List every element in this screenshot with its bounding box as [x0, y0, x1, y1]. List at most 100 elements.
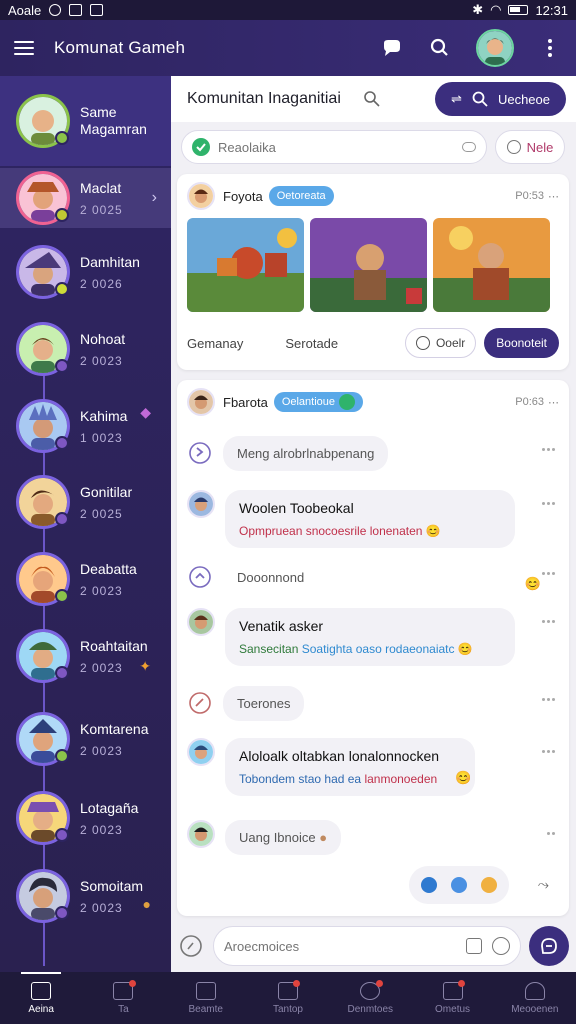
avatar[interactable] [187, 820, 215, 848]
sidebar-item-deabatta[interactable]: Deabatta 2 0023 [0, 549, 171, 609]
sidebar-item-roahtaitan[interactable]: Roahtaitan 2 0023 ✦ [0, 626, 171, 686]
post-author[interactable]: Fbarota [223, 395, 268, 410]
post-header: Fbarota Oelantioue P0:63 ⋯ [177, 380, 569, 424]
new-post-button[interactable]: Nele [495, 130, 565, 164]
more-vert-icon[interactable] [538, 36, 562, 60]
nav-home[interactable]: Aeina [0, 972, 82, 1024]
sidebar-item-lotagana[interactable]: Lotagaña 2 0023 [0, 788, 171, 848]
gif-icon[interactable] [466, 938, 482, 954]
more-icon[interactable] [547, 832, 555, 835]
toggle-icon[interactable] [462, 142, 476, 152]
post-action-2[interactable]: Serotade [285, 336, 338, 351]
emoji-icon: 😊 [524, 576, 541, 591]
message-bubble[interactable]: Uang Ibnoice ● [225, 820, 342, 855]
message-input[interactable] [224, 938, 456, 954]
game-image[interactable] [433, 218, 550, 312]
check-icon [192, 138, 210, 156]
gem-icon: ◆ [140, 404, 151, 420]
thumbs-up-reaction-icon[interactable] [451, 877, 467, 893]
more-icon[interactable] [542, 750, 555, 753]
avatar [16, 629, 70, 683]
message-bubble[interactable]: Dooonnond [223, 560, 318, 595]
game-image[interactable] [310, 218, 427, 312]
status-badge [55, 749, 69, 763]
verified-icon [339, 394, 356, 410]
avatar [16, 869, 70, 923]
sidebar-item-name: Maclat [80, 179, 122, 196]
status-badge [55, 828, 69, 842]
post-action-1[interactable]: Gemanay [187, 336, 243, 351]
status-badge [55, 666, 69, 680]
more-icon[interactable] [542, 620, 555, 623]
chat-bubble-icon[interactable] [380, 36, 404, 60]
nav-ta[interactable]: Ta [82, 972, 164, 1024]
reply-button[interactable]: Ooelr [404, 328, 477, 358]
sidebar-item-kahima[interactable]: Kahima 1 0023 ◆ [0, 396, 171, 456]
nav-beamte[interactable]: Beamte [165, 972, 247, 1024]
avatar[interactable] [187, 490, 215, 518]
sidebar-item-komtarena[interactable]: Komtarena 2 0023 [0, 709, 171, 769]
post-author[interactable]: Foyota [223, 189, 263, 204]
primary-action-button[interactable]: Boonoteit [484, 328, 559, 358]
message-bubble[interactable]: Aloloalk oltabkan lonalonnocken Tobondem… [225, 738, 475, 796]
location-icon [49, 4, 62, 16]
avatar[interactable] [187, 608, 215, 636]
message-bubble[interactable]: Meng alrobrlnabpenang [223, 436, 389, 471]
like-reaction-icon[interactable] [421, 877, 437, 893]
game-image[interactable] [187, 218, 304, 312]
message-row: Uang Ibnoice ● [177, 820, 569, 855]
composer [177, 924, 569, 968]
reply-arrow-icon [189, 442, 211, 464]
nav-tantop[interactable]: Tantop [247, 972, 329, 1024]
avatar [16, 475, 70, 529]
attach-icon[interactable] [177, 932, 205, 960]
bottom-nav: Aeina Ta Beamte Tantop Denmtoes Ometus M… [0, 972, 576, 1024]
emoji-picker-icon[interactable] [492, 937, 510, 955]
laugh-reaction-icon[interactable] [481, 877, 497, 893]
avatar[interactable] [187, 738, 215, 766]
more-icon[interactable] [542, 502, 555, 505]
message-row: Toerones [177, 686, 569, 721]
message-bubble[interactable]: Toerones [223, 686, 305, 721]
sidebar-item-somoitam[interactable]: Somoitam 2 0023 ● [0, 866, 171, 926]
share-icon[interactable]: ⤳ [538, 876, 549, 893]
avatar [16, 94, 70, 148]
menu-icon[interactable] [14, 41, 34, 55]
avatar [16, 245, 70, 299]
notification-badge [375, 980, 383, 987]
search-field[interactable] [181, 130, 487, 164]
sidebar-item-name: Damhitan [80, 253, 140, 270]
emoji-icon: 😊 [455, 770, 472, 785]
search-input[interactable] [218, 139, 454, 155]
nav-ometus[interactable]: Ometus [411, 972, 493, 1024]
sidebar-item-name-2: Magamran [80, 121, 147, 137]
header-search-button[interactable]: ⇌ Uecheoe [435, 82, 566, 116]
message-bubble[interactable]: Woolen Toobeokal Opmpruean snocoesrile l… [225, 490, 515, 548]
sidebar-item-maclat[interactable]: Maclat 2 0025 › [0, 168, 171, 228]
more-icon[interactable] [542, 698, 555, 701]
compose-icon [506, 140, 521, 154]
sidebar-item-gonitilar[interactable]: Gonitilar 2 0025 [0, 472, 171, 532]
status-badge [55, 589, 69, 603]
search-icon[interactable] [428, 36, 452, 60]
message-field[interactable] [213, 926, 521, 966]
image-icon [69, 4, 83, 16]
profile-avatar[interactable] [476, 29, 514, 67]
sidebar-item-damhitan[interactable]: Damhitan 2 0026 [0, 242, 171, 302]
search-icon[interactable] [363, 90, 381, 108]
nav-denmtoes[interactable]: Denmtoes [329, 972, 411, 1024]
more-icon[interactable] [542, 572, 555, 575]
more-icon[interactable]: ⋯ [548, 190, 559, 203]
main-header: Komunitan Inaganitiai ⇌ Uecheoe [171, 76, 576, 122]
send-button[interactable] [529, 926, 569, 966]
more-icon[interactable]: ⋯ [548, 396, 559, 409]
sidebar-item-nohoat[interactable]: Nohoat 2 0023 [0, 319, 171, 379]
avatar[interactable] [187, 182, 215, 210]
avatar[interactable] [187, 388, 215, 416]
nav-meooenen[interactable]: Meooenen [494, 972, 576, 1024]
post-actions: Gemanay Serotade Ooelr Boonoteit [177, 312, 569, 358]
sidebar-item-same[interactable]: Same Magamran [0, 76, 171, 166]
message-bubble[interactable]: Venatik asker Sansecitan Soatighta oaso … [225, 608, 515, 666]
message-row: Aloloalk oltabkan lonalonnocken Tobondem… [177, 738, 569, 796]
more-icon[interactable] [542, 448, 555, 451]
